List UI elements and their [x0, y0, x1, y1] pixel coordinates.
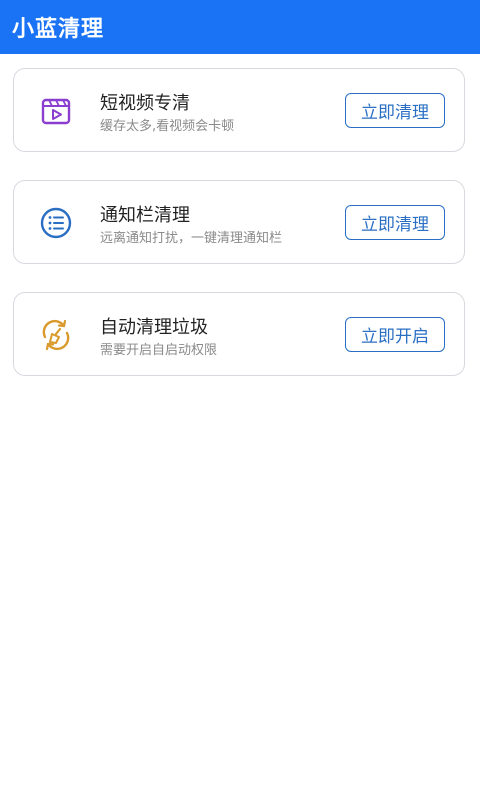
card-subtitle: 远离通知打扰，一键清理通知栏: [100, 231, 283, 246]
card-subtitle: 需要开启自启动权限: [100, 343, 218, 358]
app-bar: 小蓝清理: [0, 0, 480, 54]
notification-list-icon: [38, 205, 74, 241]
auto-clean-broom-icon: [38, 317, 74, 353]
clean-now-button[interactable]: 立即清理: [345, 205, 445, 240]
card-notification-clean: 通知栏清理 远离通知打扰，一键清理通知栏 立即清理: [13, 180, 465, 264]
card-short-video-clean: 短视频专清 缓存太多,看视频会卡顿 立即清理: [13, 68, 465, 152]
card-title: 自动清理垃圾: [100, 317, 208, 338]
card-title: 通知栏清理: [100, 205, 190, 226]
card-auto-clean: 自动清理垃圾 需要开启自启动权限 立即开启: [13, 292, 465, 376]
card-title: 短视频专清: [100, 93, 190, 114]
clean-now-button[interactable]: 立即清理: [345, 93, 445, 128]
card-subtitle: 缓存太多,看视频会卡顿: [100, 119, 235, 134]
enable-now-button[interactable]: 立即开启: [345, 317, 445, 352]
app-title: 小蓝清理: [12, 17, 105, 42]
video-icon: [38, 93, 74, 129]
